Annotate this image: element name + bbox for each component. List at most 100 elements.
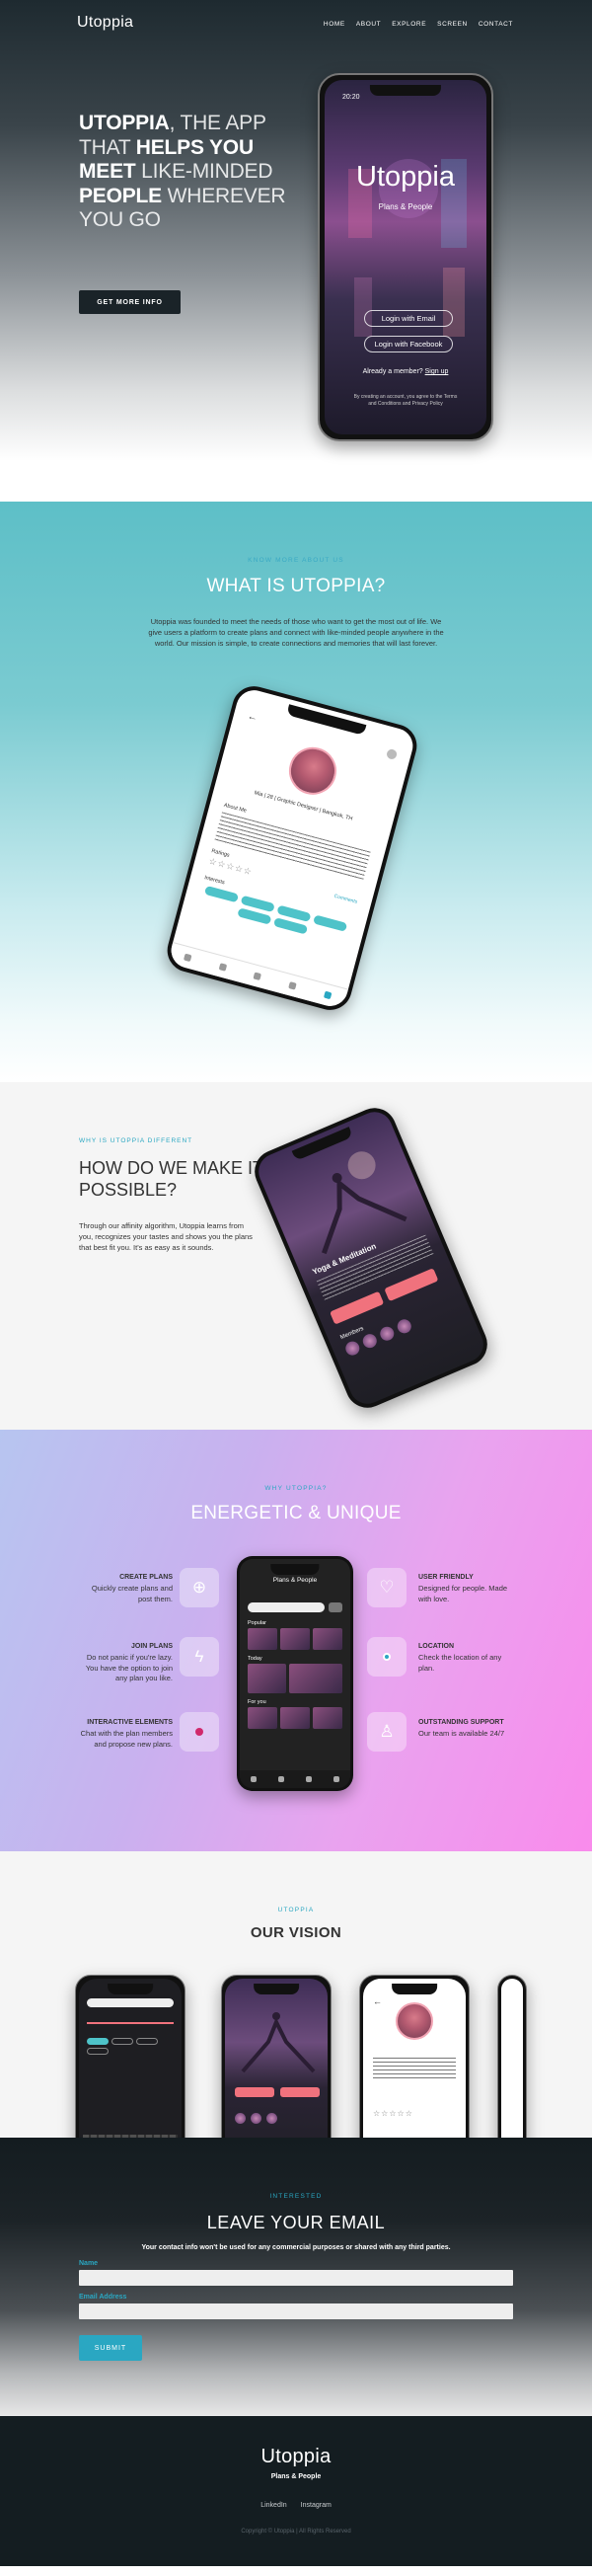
plans-tab-icon[interactable]	[218, 963, 227, 972]
plan-tile[interactable]	[313, 1628, 342, 1650]
plan-tile[interactable]	[313, 1707, 342, 1729]
rating-stars[interactable]: ☆☆☆☆☆	[373, 2109, 413, 2118]
back-arrow-icon[interactable]: ←	[247, 711, 259, 724]
profile-text	[373, 2058, 456, 2081]
location-icon	[367, 1637, 407, 1677]
plans-feed-phone-mockup: Plans & People Popular Today For you	[237, 1556, 353, 1791]
feature-title: JOIN PLANS	[130, 1643, 173, 1650]
interest-pill[interactable]	[313, 914, 348, 932]
join-plan-button[interactable]	[235, 2087, 274, 2097]
profile-phone-mockup: ← Mia | 28 | Graphic Designer | Bangkok,…	[162, 681, 422, 1015]
home-tab-icon[interactable]	[183, 953, 192, 963]
chat-plan-button[interactable]	[280, 2087, 320, 2097]
instagram-link[interactable]: Instagram	[301, 2502, 332, 2509]
bottom-tab-bar	[167, 941, 349, 1010]
filter-chip[interactable]	[87, 2038, 109, 2045]
feature-text: Designed for people. Made with love.	[418, 1584, 508, 1603]
plan-tile[interactable]	[280, 1628, 310, 1650]
explore-tab-icon[interactable]	[306, 1776, 312, 1782]
phone-notch	[270, 1564, 320, 1575]
feature-title: USER FRIENDLY	[418, 1574, 474, 1581]
filter-chip[interactable]	[87, 2048, 109, 2055]
back-arrow-icon[interactable]: ←	[373, 1996, 382, 2006]
interests-label: Interests	[203, 875, 226, 887]
home-tab-icon[interactable]	[251, 1776, 257, 1782]
member-avatars	[235, 2113, 277, 2124]
privacy-note: Your contact info won't be used for any …	[141, 2244, 451, 2251]
member-avatar[interactable]	[378, 1324, 397, 1343]
email-title: LEAVE YOUR EMAIL	[206, 2213, 386, 2232]
join-plan-button[interactable]	[330, 1290, 385, 1325]
feature-join-plans: JOIN PLANS Do not panic if you're lazy. …	[79, 1643, 173, 1684]
plans-tab-icon[interactable]	[278, 1776, 284, 1782]
vision-label: UTOPPIA	[277, 1907, 315, 1913]
app-title: Utoppia	[356, 161, 455, 193]
hero-section: Utoppia HOME ABOUT EXPLORE SCREEN CONTAC…	[0, 0, 592, 502]
nav-about[interactable]: ABOUT	[356, 21, 381, 28]
profile-tab-icon[interactable]	[323, 990, 333, 1000]
nav-explore[interactable]: EXPLORE	[392, 21, 426, 28]
member-avatar[interactable]	[266, 2113, 277, 2124]
feature-text: Chat with the plan members and propose n…	[80, 1729, 173, 1749]
vision-phone-partial	[497, 1975, 527, 2138]
filter-chip[interactable]	[136, 2038, 158, 2045]
phone-notch	[254, 1984, 299, 1994]
feature-text: Do not panic if you're lazy. You have th…	[85, 1653, 173, 1682]
popular-label: Popular	[248, 1620, 266, 1626]
nav-home[interactable]: HOME	[324, 21, 345, 28]
feature-title: LOCATION	[418, 1643, 455, 1650]
profile-tab-icon[interactable]	[333, 1776, 339, 1782]
feature-user-friendly: USER FRIENDLY Designed for people. Made …	[418, 1574, 512, 1604]
hero-heading-part: UTOPPIA	[79, 112, 170, 134]
interest-pills	[193, 884, 355, 947]
filter-icon[interactable]	[329, 1602, 342, 1612]
member-avatar[interactable]	[343, 1339, 362, 1358]
feed-search-input[interactable]	[248, 1602, 325, 1612]
filters-search-input[interactable]	[87, 1998, 174, 2007]
comments-link[interactable]: Comments	[333, 894, 358, 905]
footer-links: LinkedIn Instagram	[0, 2502, 592, 2509]
different-label: WHY IS UTOPPIA DIFFERENT	[79, 1137, 193, 1144]
profile-avatar	[283, 742, 342, 801]
login-email-button[interactable]: Login with Email	[364, 310, 453, 327]
nav-contact[interactable]: CONTACT	[479, 21, 513, 28]
plan-tile[interactable]	[280, 1707, 310, 1729]
member-signup: Already a member? Sign up	[325, 368, 486, 375]
plan-tile[interactable]	[288, 1664, 342, 1693]
different-body: Through our affinity algorithm, Utoppia …	[79, 1221, 253, 1252]
plans-feed-screen: Plans & People Popular Today For you	[240, 1559, 350, 1788]
member-avatar[interactable]	[395, 1317, 413, 1336]
settings-icon[interactable]	[385, 747, 399, 761]
chat-dot-icon	[180, 1712, 219, 1752]
linkedin-link[interactable]: LinkedIn	[260, 2502, 286, 2509]
chat-plan-button[interactable]	[384, 1268, 439, 1302]
profile-screen: ← Mia | 28 | Graphic Designer | Bangkok,…	[167, 686, 417, 1010]
filter-chip[interactable]	[111, 2038, 133, 2045]
about-title: WHAT IS UTOPPIA?	[206, 576, 386, 596]
name-field[interactable]	[79, 2270, 513, 2286]
feature-title: INTERACTIVE ELEMENTS	[87, 1719, 173, 1726]
login-facebook-button[interactable]: Login with Facebook	[364, 336, 453, 352]
filters-screen	[79, 1979, 182, 2138]
get-more-info-button[interactable]: GET MORE INFO	[79, 290, 181, 314]
rating-stars[interactable]: ☆☆☆☆☆	[207, 856, 254, 878]
vision-phone-plan	[221, 1975, 332, 2138]
member-avatar[interactable]	[235, 2113, 246, 2124]
interest-pill[interactable]	[203, 885, 240, 903]
features-title: ENERGETIC & UNIQUE	[190, 1503, 402, 1523]
plan-tile[interactable]	[248, 1707, 277, 1729]
submit-button[interactable]: SUBMIT	[79, 2335, 142, 2361]
signup-link[interactable]: Sign up	[425, 368, 449, 375]
plan-tile[interactable]	[248, 1664, 286, 1693]
member-avatar[interactable]	[251, 2113, 261, 2124]
range-slider[interactable]	[87, 2022, 174, 2024]
explore-tab-icon[interactable]	[253, 972, 262, 981]
messages-tab-icon[interactable]	[288, 981, 298, 990]
different-section: WHY IS UTOPPIA DIFFERENT HOW DO WE MAKE …	[0, 1082, 592, 1430]
brand-logo[interactable]: Utoppia	[77, 14, 133, 32]
nav-screen[interactable]: SCREEN	[437, 21, 468, 28]
plus-circle-icon: ⊕	[180, 1568, 219, 1607]
plan-tile[interactable]	[248, 1628, 277, 1650]
member-avatar[interactable]	[360, 1331, 379, 1351]
email-field[interactable]	[79, 2303, 513, 2319]
